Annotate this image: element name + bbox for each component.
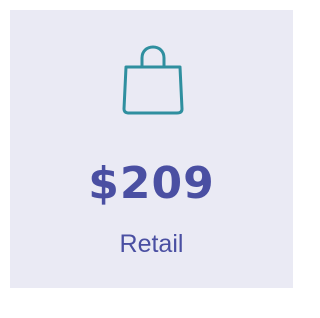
price-label: Retail — [119, 230, 184, 258]
shopping-bag-icon — [122, 45, 184, 115]
price-value: $209 — [88, 158, 215, 209]
